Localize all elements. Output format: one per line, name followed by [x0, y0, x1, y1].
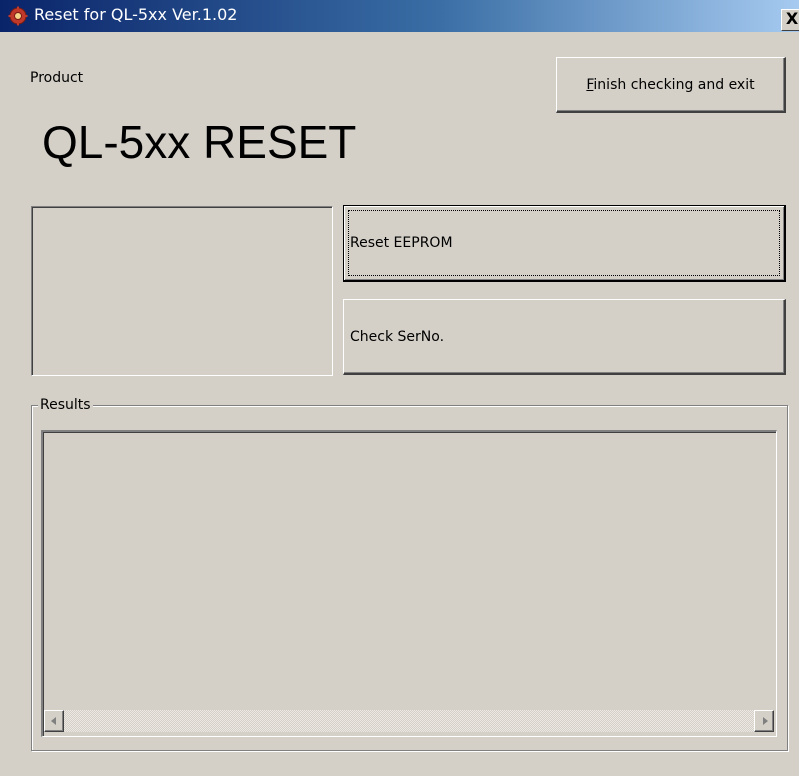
results-label: Results [38, 396, 93, 414]
check-serno-button[interactable]: Check SerNo. [343, 299, 786, 375]
app-window: Reset for QL-5xx Ver.1.02 X Product QL-5… [0, 0, 799, 776]
window-title: Reset for QL-5xx Ver.1.02 [34, 5, 238, 24]
arrow-right-icon [763, 717, 768, 725]
close-button[interactable]: X [781, 9, 799, 31]
title-bar[interactable]: Reset for QL-5xx Ver.1.02 X [0, 0, 799, 32]
arrow-left-icon [51, 717, 56, 725]
close-icon: X [785, 9, 799, 28]
reset-eeprom-label: Reset EEPROM [350, 235, 453, 251]
scroll-left-button[interactable] [44, 710, 64, 732]
horizontal-scrollbar[interactable] [44, 710, 774, 732]
app-icon [8, 6, 28, 26]
reset-eeprom-button[interactable]: Reset EEPROM [343, 205, 786, 282]
finish-and-exit-button[interactable]: Finish checking and exit [556, 57, 786, 113]
results-textarea[interactable] [41, 430, 777, 737]
product-label: Product [30, 70, 84, 86]
product-image-panel [31, 206, 333, 376]
product-name: QL-5xx RESET [42, 116, 357, 168]
scroll-right-button[interactable] [754, 710, 774, 732]
check-serno-label: Check SerNo. [350, 328, 445, 345]
finish-button-label: inish checking and exit [593, 77, 755, 93]
